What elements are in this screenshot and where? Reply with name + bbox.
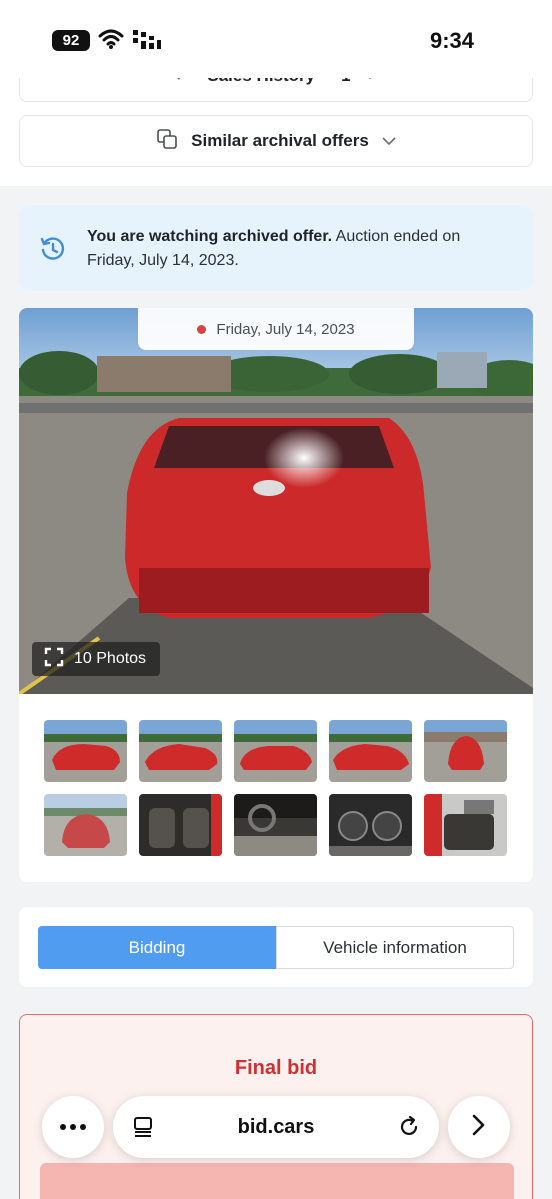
auction-date: Friday, July 14, 2023 <box>216 320 355 338</box>
forward-button[interactable] <box>448 1096 510 1158</box>
tab-vehicle-information[interactable]: Vehicle information <box>276 926 514 969</box>
status-bar: 92 9:34 <box>0 0 552 78</box>
more-button[interactable] <box>42 1096 104 1158</box>
wifi-icon <box>98 28 124 55</box>
thumbnail-exterior-front-right[interactable] <box>234 720 317 782</box>
photos-count: 10 Photos <box>74 650 147 667</box>
archived-notice-text: You are watching archived offer. Auction… <box>87 225 507 273</box>
main-vehicle-photo[interactable]: Friday, July 14, 2023 10 Photos <box>19 308 533 694</box>
thumbnail-interior-rear-seats[interactable] <box>424 794 507 856</box>
thumbnail-interior-front-seats[interactable] <box>139 794 222 856</box>
chevron-down-icon <box>381 131 397 151</box>
thumbnail-exterior-side-left[interactable] <box>139 720 222 782</box>
history-icon <box>39 235 67 268</box>
thumbnail-interior-dashboard[interactable] <box>234 794 317 856</box>
browser-toolbar: bid.cars <box>0 1092 552 1162</box>
expand-icon <box>44 647 64 672</box>
tab-bidding[interactable]: Bidding <box>38 926 276 969</box>
signal-icon <box>132 30 162 55</box>
similar-offers-toggle[interactable]: Similar archival offers <box>19 115 533 167</box>
thumbnail-exterior-side-right[interactable] <box>329 720 412 782</box>
gallery-card: Friday, July 14, 2023 10 Photos <box>19 308 533 882</box>
auction-date-pill: Friday, July 14, 2023 <box>138 308 414 350</box>
archived-notice-bold: You are watching archived offer. <box>87 228 333 245</box>
status-time: 9:34 <box>429 28 474 53</box>
more-dots-icon <box>59 1118 87 1136</box>
thumbnail-exterior-front-left[interactable] <box>44 720 127 782</box>
thumbnail-exterior-front[interactable] <box>424 720 507 782</box>
reload-icon[interactable] <box>397 1115 421 1144</box>
address-bar[interactable]: bid.cars <box>113 1096 439 1158</box>
tabs-card: Bidding Vehicle information <box>19 907 533 987</box>
chevron-right-icon <box>471 1113 487 1142</box>
battery-indicator: 92 <box>52 30 90 51</box>
final-bid-title: Final bid <box>234 1057 318 1079</box>
bid-action-button[interactable] <box>40 1163 514 1199</box>
copy-icon <box>155 127 179 156</box>
similar-offers-label: Similar archival offers <box>191 131 369 150</box>
url-text: bid.cars <box>237 1116 315 1138</box>
thumbnail-grid <box>44 720 508 856</box>
thumbnail-exterior-rear[interactable] <box>44 794 127 856</box>
photos-button[interactable]: 10 Photos <box>32 642 161 676</box>
archived-notice: You are watching archived offer. Auction… <box>19 205 533 291</box>
status-dot <box>197 324 207 334</box>
thumbnail-instrument-cluster[interactable] <box>329 794 412 856</box>
